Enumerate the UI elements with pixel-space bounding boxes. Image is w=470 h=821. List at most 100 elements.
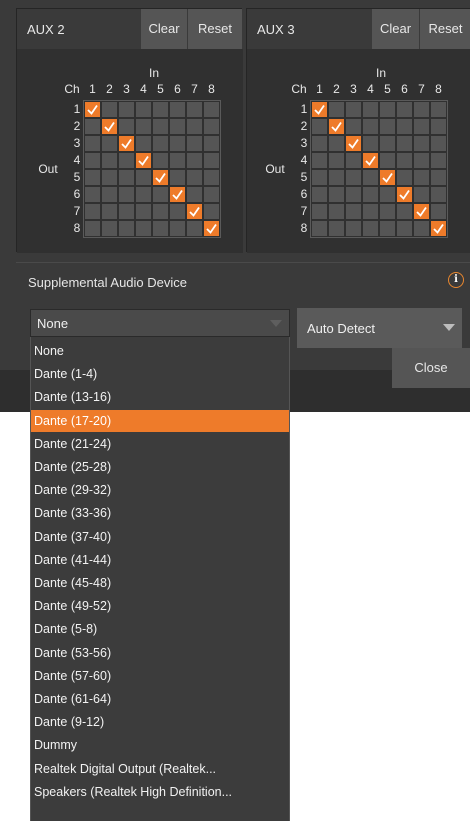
routing-cell[interactable] xyxy=(170,221,185,236)
mode-select[interactable]: Auto Detect xyxy=(297,308,462,348)
routing-cell-active[interactable] xyxy=(119,136,134,151)
routing-cell[interactable] xyxy=(431,119,446,134)
routing-cell[interactable] xyxy=(85,153,100,168)
dropdown-item[interactable]: Realtek Digital Output (Realtek... xyxy=(31,758,289,780)
routing-cell[interactable] xyxy=(136,187,151,202)
dropdown-item[interactable]: Dante (33-36) xyxy=(31,502,289,524)
routing-cell[interactable] xyxy=(204,136,219,151)
routing-cell[interactable] xyxy=(119,153,134,168)
routing-cell-active[interactable] xyxy=(431,221,446,236)
routing-cell[interactable] xyxy=(397,102,412,117)
routing-cell[interactable] xyxy=(187,170,202,185)
dropdown-item[interactable]: Dummy xyxy=(31,734,289,756)
routing-cell[interactable] xyxy=(397,170,412,185)
routing-cell[interactable] xyxy=(380,136,395,151)
routing-cell[interactable] xyxy=(187,119,202,134)
routing-cell-active[interactable] xyxy=(329,119,344,134)
routing-cell[interactable] xyxy=(85,204,100,219)
dropdown-item[interactable]: None xyxy=(31,340,289,362)
routing-cell[interactable] xyxy=(153,119,168,134)
routing-cell[interactable] xyxy=(102,102,117,117)
dropdown-item[interactable]: Dante (5-8) xyxy=(31,618,289,640)
routing-cell[interactable] xyxy=(153,187,168,202)
routing-cell[interactable] xyxy=(431,102,446,117)
routing-cell[interactable] xyxy=(102,221,117,236)
routing-cell[interactable] xyxy=(170,119,185,134)
routing-cell-active[interactable] xyxy=(397,187,412,202)
routing-cell[interactable] xyxy=(414,136,429,151)
dropdown-item[interactable]: Dante (45-48) xyxy=(31,572,289,594)
routing-cell[interactable] xyxy=(119,170,134,185)
routing-cell[interactable] xyxy=(85,119,100,134)
routing-cell-active[interactable] xyxy=(187,204,202,219)
routing-cell[interactable] xyxy=(414,170,429,185)
dropdown-item[interactable]: Dante (9-12) xyxy=(31,711,289,733)
routing-cell[interactable] xyxy=(346,170,361,185)
routing-cell[interactable] xyxy=(363,170,378,185)
routing-cell[interactable] xyxy=(204,204,219,219)
dropdown-item[interactable]: Dante (57-60) xyxy=(31,665,289,687)
routing-cell[interactable] xyxy=(170,136,185,151)
routing-cell[interactable] xyxy=(153,136,168,151)
routing-cell[interactable] xyxy=(312,153,327,168)
dropdown-item[interactable]: Dante (29-32) xyxy=(31,479,289,501)
routing-cell[interactable] xyxy=(380,153,395,168)
aux3-reset-button[interactable]: Reset xyxy=(420,9,470,49)
dropdown-item[interactable]: Dante (49-52) xyxy=(31,595,289,617)
routing-cell-active[interactable] xyxy=(363,153,378,168)
routing-cell[interactable] xyxy=(85,170,100,185)
routing-cell[interactable] xyxy=(187,102,202,117)
routing-cell[interactable] xyxy=(363,187,378,202)
routing-cell[interactable] xyxy=(431,170,446,185)
routing-cell[interactable] xyxy=(431,187,446,202)
routing-cell[interactable] xyxy=(136,102,151,117)
routing-cell[interactable] xyxy=(414,119,429,134)
routing-cell[interactable] xyxy=(346,119,361,134)
routing-cell[interactable] xyxy=(187,136,202,151)
routing-cell-active[interactable] xyxy=(346,136,361,151)
routing-cell[interactable] xyxy=(204,170,219,185)
routing-cell[interactable] xyxy=(153,153,168,168)
routing-cell[interactable] xyxy=(312,221,327,236)
dropdown-item[interactable]: Dante (41-44) xyxy=(31,549,289,571)
routing-cell[interactable] xyxy=(329,136,344,151)
routing-cell[interactable] xyxy=(119,221,134,236)
routing-cell[interactable] xyxy=(119,119,134,134)
routing-cell[interactable] xyxy=(431,204,446,219)
routing-cell-active[interactable] xyxy=(102,119,117,134)
routing-cell[interactable] xyxy=(85,187,100,202)
dropdown-item[interactable]: Dante (21-24) xyxy=(31,433,289,455)
routing-cell[interactable] xyxy=(102,170,117,185)
routing-cell[interactable] xyxy=(346,153,361,168)
routing-cell[interactable] xyxy=(102,153,117,168)
routing-cell[interactable] xyxy=(329,102,344,117)
routing-cell[interactable] xyxy=(414,153,429,168)
dropdown-item[interactable]: Dante (1-4) xyxy=(31,363,289,385)
routing-cell[interactable] xyxy=(102,204,117,219)
routing-cell[interactable] xyxy=(102,136,117,151)
routing-cell[interactable] xyxy=(346,102,361,117)
routing-cell[interactable] xyxy=(136,204,151,219)
routing-cell-active[interactable] xyxy=(136,153,151,168)
dropdown-item-selected[interactable]: Dante (17-20) xyxy=(31,409,289,432)
routing-cell-active[interactable] xyxy=(85,102,100,117)
routing-cell[interactable] xyxy=(363,204,378,219)
routing-cell[interactable] xyxy=(431,153,446,168)
routing-cell[interactable] xyxy=(85,136,100,151)
routing-cell-active[interactable] xyxy=(170,187,185,202)
routing-cell[interactable] xyxy=(397,204,412,219)
aux2-clear-button[interactable]: Clear xyxy=(141,9,187,49)
routing-cell[interactable] xyxy=(363,136,378,151)
routing-cell[interactable] xyxy=(204,153,219,168)
routing-cell[interactable] xyxy=(153,204,168,219)
routing-cell[interactable] xyxy=(397,136,412,151)
routing-cell[interactable] xyxy=(312,170,327,185)
routing-cell[interactable] xyxy=(153,221,168,236)
routing-cell[interactable] xyxy=(136,170,151,185)
routing-cell[interactable] xyxy=(136,136,151,151)
dropdown-item[interactable]: Dante (37-40) xyxy=(31,526,289,548)
routing-cell[interactable] xyxy=(187,221,202,236)
routing-cell[interactable] xyxy=(204,102,219,117)
device-select[interactable]: None xyxy=(30,309,290,337)
routing-cell[interactable] xyxy=(329,153,344,168)
